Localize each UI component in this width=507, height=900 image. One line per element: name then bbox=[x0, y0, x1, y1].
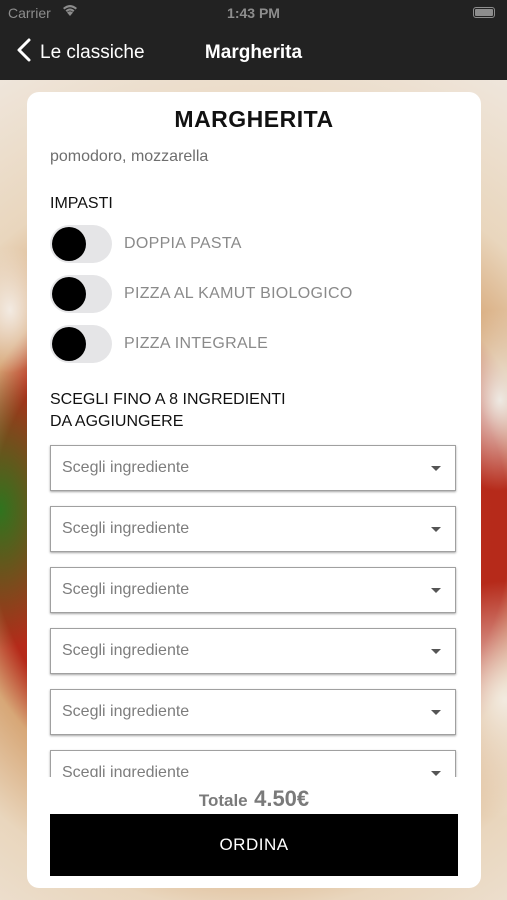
toggle-switch[interactable] bbox=[50, 275, 112, 313]
toggle-label: PIZZA AL KAMUT BIOLOGICO bbox=[124, 285, 353, 302]
status-time: 1:43 PM bbox=[227, 5, 280, 21]
battery-icon bbox=[473, 7, 495, 18]
toggle-switch[interactable] bbox=[50, 325, 112, 363]
impasto-option-doppia-pasta: DOPPIA PASTA bbox=[50, 224, 470, 264]
ingredients-heading: SCEGLI FINO A 8 INGREDIENTI DA AGGIUNGER… bbox=[50, 389, 286, 433]
impasto-option-kamut: PIZZA AL KAMUT BIOLOGICO bbox=[50, 274, 470, 314]
total-value: 4.50€ bbox=[254, 786, 310, 811]
toggle-label: DOPPIA PASTA bbox=[124, 235, 242, 252]
caret-down-icon bbox=[431, 771, 441, 776]
select-value: Scegli ingrediente bbox=[62, 581, 190, 598]
select-value: Scegli ingrediente bbox=[62, 703, 190, 720]
toggle-label: PIZZA INTEGRALE bbox=[124, 335, 269, 352]
impasti-heading: IMPASTI bbox=[50, 195, 113, 212]
toggle-knob bbox=[52, 327, 86, 361]
select-value: Scegli ingrediente bbox=[62, 459, 190, 476]
caret-down-icon bbox=[431, 710, 441, 715]
total-label: Totale bbox=[198, 791, 248, 810]
navigation-bar: Le classiche Margherita bbox=[0, 28, 507, 80]
select-value: Scegli ingrediente bbox=[62, 520, 190, 537]
ingredient-select-2[interactable]: Scegli ingrediente bbox=[50, 506, 456, 552]
product-description: pomodoro, mozzarella bbox=[50, 148, 209, 165]
caret-down-icon bbox=[431, 527, 441, 532]
select-value: Scegli ingrediente bbox=[62, 642, 190, 659]
ingredients-scroll-area[interactable]: Scegli ingrediente Scegli ingrediente Sc… bbox=[27, 442, 481, 777]
ingredient-select-1[interactable]: Scegli ingrediente bbox=[50, 445, 456, 491]
status-bar: Carrier 1:43 PM bbox=[0, 0, 507, 28]
caret-down-icon bbox=[431, 649, 441, 654]
impasto-option-integrale: PIZZA INTEGRALE bbox=[50, 324, 470, 364]
toggle-knob bbox=[52, 227, 86, 261]
product-name: MARGHERITA bbox=[174, 106, 334, 132]
product-card: MARGHERITA pomodoro, mozzarella IMPASTI … bbox=[27, 92, 481, 888]
order-button[interactable]: ORDINA bbox=[50, 814, 458, 876]
ingredient-select-4[interactable]: Scegli ingrediente bbox=[50, 628, 456, 674]
caret-down-icon bbox=[431, 466, 441, 471]
toggle-knob bbox=[52, 277, 86, 311]
ingredients-heading-line1: SCEGLI FINO A 8 INGREDIENTI bbox=[50, 391, 286, 408]
page-title: Margherita bbox=[0, 42, 507, 64]
ingredient-select-5[interactable]: Scegli ingrediente bbox=[50, 689, 456, 735]
ingredients-heading-line2: DA AGGIUNGERE bbox=[50, 413, 184, 430]
caret-down-icon bbox=[431, 588, 441, 593]
ingredient-select-6[interactable]: Scegli ingrediente bbox=[50, 750, 456, 777]
order-total: Totale 4.50€ bbox=[27, 786, 481, 812]
toggle-switch[interactable] bbox=[50, 225, 112, 263]
select-value: Scegli ingrediente bbox=[62, 764, 190, 777]
ingredient-select-3[interactable]: Scegli ingrediente bbox=[50, 567, 456, 613]
page-title-text: Margherita bbox=[204, 42, 303, 63]
